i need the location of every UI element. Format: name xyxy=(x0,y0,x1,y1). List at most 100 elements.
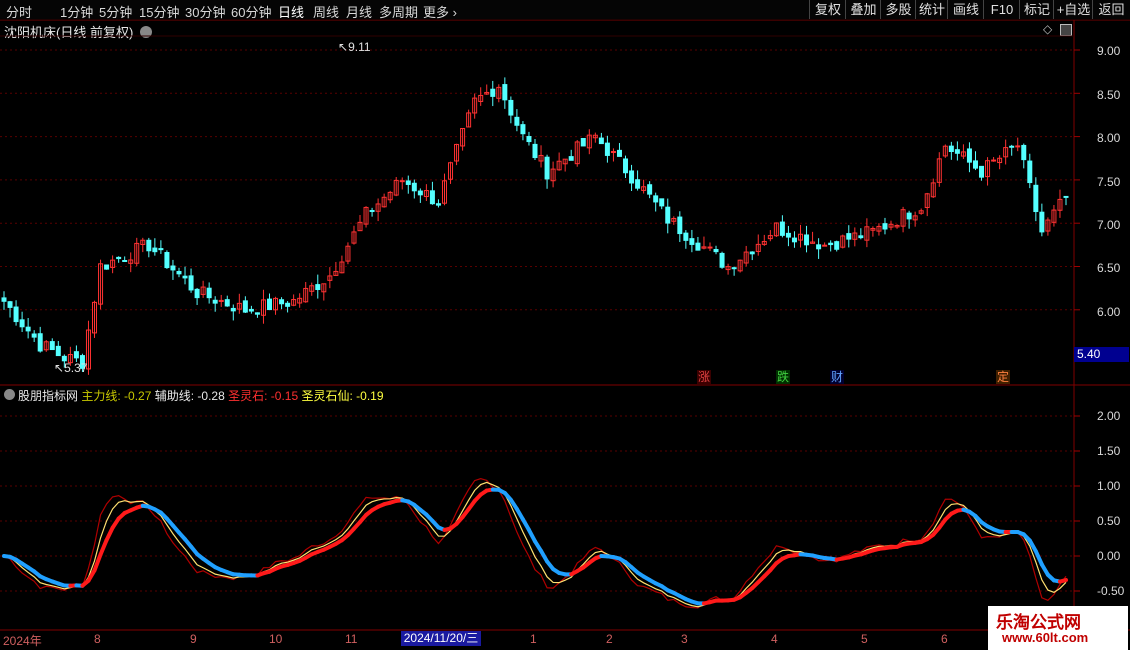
indicator-name: 股朋指标网 xyxy=(18,389,79,403)
date-axis-label: 3 xyxy=(681,632,688,646)
candle-body xyxy=(544,156,550,180)
candle-body xyxy=(13,306,19,323)
candle-body xyxy=(707,246,713,249)
candle-body xyxy=(369,210,375,213)
date-axis-label: 9 xyxy=(190,632,197,646)
date-axis-label: 1 xyxy=(530,632,537,646)
candle-body xyxy=(417,190,423,196)
indicator-dropdown-icon[interactable] xyxy=(4,389,15,400)
price-axis-label: 6.50 xyxy=(1097,261,1121,275)
candle-body xyxy=(170,265,176,271)
candle-body xyxy=(846,233,852,240)
candle-body xyxy=(206,287,212,299)
candle-body xyxy=(116,256,122,260)
main-line-up-segment xyxy=(104,525,115,543)
price-axis-label: 7.50 xyxy=(1097,175,1121,189)
candle-body xyxy=(647,184,653,195)
candle-body xyxy=(508,99,514,116)
candle-body xyxy=(19,319,25,328)
candle-body xyxy=(532,143,538,159)
date-axis-label: 2024年 xyxy=(3,634,42,648)
candle-body xyxy=(1027,160,1033,184)
candle-body xyxy=(713,248,719,253)
candle-body xyxy=(267,298,272,311)
candle-body xyxy=(1015,145,1021,148)
event-finance-badge[interactable]: 财 xyxy=(830,370,844,384)
candle-body xyxy=(520,124,526,135)
candle-body xyxy=(248,308,254,312)
candle-body xyxy=(635,179,641,189)
date-axis-label: 11 xyxy=(345,632,358,646)
candle-body xyxy=(194,288,200,299)
watermark-url: www.60lt.com xyxy=(1002,630,1089,645)
event-limit-down-badge[interactable]: 跌 xyxy=(776,370,790,384)
high-price-marker: ↖9.11 xyxy=(338,40,371,54)
candle-body xyxy=(695,242,701,251)
candle-body xyxy=(804,234,810,246)
indicator-axis-label: -0.50 xyxy=(1097,584,1125,598)
indicator-title: 股朋指标网 主力线: -0.27 辅助线: -0.28 圣灵石: -0.15 圣… xyxy=(18,387,384,404)
indicator-stone-immortal-value: 圣灵石仙: -0.19 xyxy=(301,389,384,403)
candle-body xyxy=(224,299,230,307)
candle-body xyxy=(822,244,828,247)
event-limit-up-badge[interactable]: 涨 xyxy=(697,370,711,384)
candle-body xyxy=(242,300,248,313)
candle-body xyxy=(972,160,978,169)
candle-body xyxy=(31,333,37,338)
candle-body xyxy=(526,136,532,143)
candle-body xyxy=(966,148,972,163)
candle-body xyxy=(122,259,128,262)
candle-body xyxy=(315,284,321,290)
candle-body xyxy=(665,206,671,224)
low-price-value: 5.37 xyxy=(64,361,88,375)
candle-body xyxy=(55,345,61,357)
candle-body xyxy=(25,326,31,332)
main-line-up-segment xyxy=(1057,578,1068,584)
indicator-axis-label: 1.00 xyxy=(1097,479,1121,493)
indicator-aux-line-value: 辅助线: -0.28 xyxy=(154,389,225,403)
candle-body xyxy=(152,247,158,253)
kline-chart[interactable] xyxy=(0,0,1130,650)
candle-body xyxy=(176,270,182,275)
high-price-value: 9.11 xyxy=(348,40,371,54)
candle-body xyxy=(568,156,574,161)
date-axis-label: 4 xyxy=(771,632,778,646)
main-line-up-segment xyxy=(98,538,109,557)
candle-body xyxy=(719,252,725,268)
candle-body xyxy=(104,264,110,270)
candle-body xyxy=(7,301,13,308)
candle-body xyxy=(954,149,960,154)
candle-body xyxy=(514,116,520,126)
price-axis-label: 7.00 xyxy=(1097,218,1121,232)
candle-body xyxy=(791,237,797,243)
candle-body xyxy=(629,170,635,184)
candle-body xyxy=(1,297,7,302)
candle-body xyxy=(858,235,864,239)
candle-body xyxy=(948,145,954,153)
candle-body xyxy=(785,232,791,238)
candle-body xyxy=(677,216,683,235)
candle-body xyxy=(683,232,689,241)
candle-body xyxy=(158,248,164,251)
indicator-main-line-value: 主力线: -0.27 xyxy=(81,389,152,403)
candle-body xyxy=(616,149,622,157)
candle-body xyxy=(490,88,496,97)
candle-body xyxy=(230,307,236,312)
candle-body xyxy=(49,341,55,351)
candle-body xyxy=(906,212,912,220)
date-axis-label: 8 xyxy=(94,632,101,646)
candle-body xyxy=(731,267,737,270)
main-line-down-segment xyxy=(1033,549,1044,567)
candle-body xyxy=(816,244,822,250)
candle-body xyxy=(1009,145,1015,148)
candle-body xyxy=(411,182,417,192)
candle-body xyxy=(979,165,985,178)
candle-body xyxy=(598,137,604,145)
candle-body xyxy=(188,275,194,291)
candle-body xyxy=(435,203,441,206)
candle-body xyxy=(834,241,840,250)
candle-body xyxy=(285,302,291,307)
candle-body xyxy=(146,239,152,252)
event-placement-badge[interactable]: 定 xyxy=(996,370,1010,384)
indicator-stone-value: 圣灵石: -0.15 xyxy=(228,389,299,403)
